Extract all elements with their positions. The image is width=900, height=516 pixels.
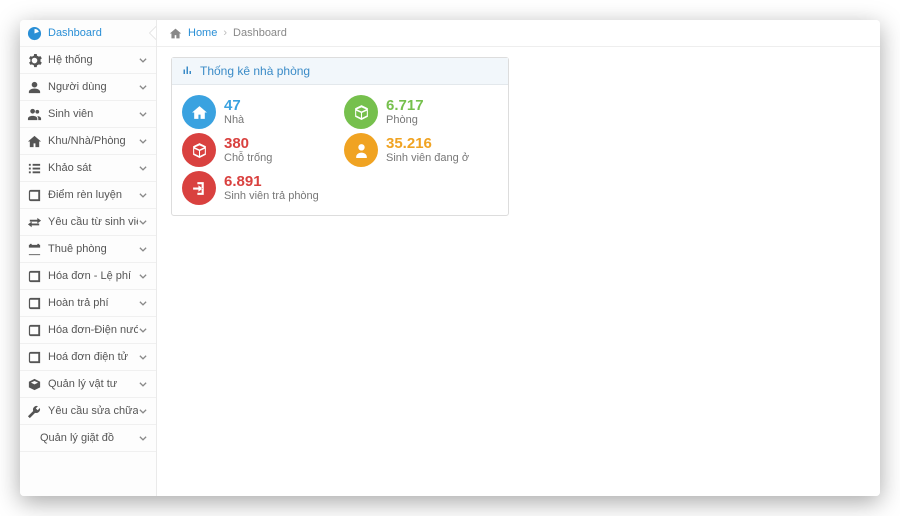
home-icon xyxy=(169,27,182,40)
stats-panel: Thống kê nhà phòng 47Nhà6.717Phòng380Chỗ… xyxy=(171,57,509,216)
sidebar-item-label: Người dùng xyxy=(48,81,138,93)
stat-card-1: 6.717Phòng xyxy=(344,95,498,129)
sidebar-item-15[interactable]: Quản lý giặt đồ xyxy=(20,425,156,452)
sidebar-item-1[interactable]: Hệ thống xyxy=(20,47,156,74)
stat-value: 47 xyxy=(224,97,244,114)
sidebar-item-12[interactable]: Hoá đơn điện tử xyxy=(20,344,156,371)
stat-card-3: 35.216Sinh viên đang ở xyxy=(344,133,498,167)
chevron-down-icon xyxy=(138,298,148,308)
breadcrumb: Home › Dashboard xyxy=(157,20,880,47)
sidebar-item-label: Dashboard xyxy=(48,27,148,39)
chevron-down-icon xyxy=(138,190,148,200)
book-icon xyxy=(27,323,42,338)
stat-card-4: 6.891Sinh viên trả phòng xyxy=(182,171,336,205)
transfer-icon xyxy=(27,215,42,230)
sidebar: Dashboard Hệ thống Người dùng Sinh viên Khu/… xyxy=(20,20,157,496)
breadcrumb-current: Dashboard xyxy=(233,27,287,39)
cube-icon xyxy=(182,133,216,167)
stat-value: 6.717 xyxy=(386,97,424,114)
stat-card-0: 47Nhà xyxy=(182,95,336,129)
panel-title: Thống kê nhà phòng xyxy=(200,64,310,78)
chevron-down-icon xyxy=(138,325,148,335)
sidebar-item-label: Điểm rèn luyện xyxy=(48,189,138,201)
sidebar-item-label: Hoá đơn điện tử xyxy=(48,351,138,363)
sidebar-item-8[interactable]: Thuê phòng xyxy=(20,236,156,263)
book-icon xyxy=(27,188,42,203)
stat-value: 380 xyxy=(224,135,272,152)
chevron-down-icon xyxy=(138,352,148,362)
chevron-down-icon xyxy=(138,109,148,119)
book-icon xyxy=(27,269,42,284)
chevron-down-icon xyxy=(138,217,148,227)
breadcrumb-separator: › xyxy=(223,27,227,39)
chevron-down-icon xyxy=(138,163,148,173)
sidebar-item-label: Hóa đơn - Lệ phí xyxy=(48,270,138,282)
book-icon xyxy=(27,296,42,311)
chevron-down-icon xyxy=(138,244,148,254)
list-icon xyxy=(27,161,42,176)
book-icon xyxy=(27,350,42,365)
sidebar-item-label: Yêu cầu sửa chữa xyxy=(48,405,138,417)
sidebar-item-14[interactable]: Yêu cầu sửa chữa xyxy=(20,398,156,425)
sidebar-item-label: Quản lý giặt đồ xyxy=(40,432,138,444)
sidebar-item-13[interactable]: Quản lý vật tư xyxy=(20,371,156,398)
chevron-down-icon xyxy=(138,379,148,389)
stats-grid: 47Nhà6.717Phòng380Chỗ trống35.216Sinh vi… xyxy=(172,85,508,215)
sidebar-item-label: Khảo sát xyxy=(48,162,138,174)
chevron-down-icon xyxy=(138,406,148,416)
sidebar-item-label: Thuê phòng xyxy=(48,243,138,255)
main-area: Home › Dashboard Thống kê nhà phòng 47Nh… xyxy=(157,20,880,496)
stat-label: Chỗ trống xyxy=(224,152,272,165)
sidebar-item-3[interactable]: Sinh viên xyxy=(20,101,156,128)
home-icon xyxy=(27,134,42,149)
cube-icon xyxy=(344,95,378,129)
stat-value: 35.216 xyxy=(386,135,469,152)
sidebar-item-label: Quản lý vật tư xyxy=(48,378,138,390)
chevron-down-icon xyxy=(138,55,148,65)
person-icon xyxy=(344,133,378,167)
dashboard-icon xyxy=(27,26,42,41)
sidebar-item-label: Khu/Nhà/Phòng xyxy=(48,135,138,147)
stat-label: Phòng xyxy=(386,114,424,127)
wrench-icon xyxy=(27,404,42,419)
sidebar-item-5[interactable]: Khảo sát xyxy=(20,155,156,182)
user-icon xyxy=(27,80,42,95)
stat-value: 6.891 xyxy=(224,173,319,190)
breadcrumb-home[interactable]: Home xyxy=(188,27,217,39)
box-icon xyxy=(27,377,42,392)
sidebar-item-11[interactable]: Hóa đơn-Điện nước xyxy=(20,317,156,344)
sidebar-item-2[interactable]: Người dùng xyxy=(20,74,156,101)
stat-label: Nhà xyxy=(224,114,244,127)
users-icon xyxy=(27,107,42,122)
gears-icon xyxy=(27,53,42,68)
home-icon xyxy=(182,95,216,129)
chevron-down-icon xyxy=(138,433,148,443)
sidebar-item-0[interactable]: Dashboard xyxy=(20,20,156,47)
sidebar-item-7[interactable]: Yêu cầu từ sinh viên xyxy=(20,209,156,236)
app-window: Dashboard Hệ thống Người dùng Sinh viên Khu/… xyxy=(20,20,880,496)
stat-label: Sinh viên đang ở xyxy=(386,152,469,165)
sidebar-item-9[interactable]: Hóa đơn - Lệ phí xyxy=(20,263,156,290)
sidebar-item-label: Hoàn trả phí xyxy=(48,297,138,309)
chevron-down-icon xyxy=(138,136,148,146)
panel-header: Thống kê nhà phòng xyxy=(172,58,508,85)
sidebar-item-label: Hệ thống xyxy=(48,54,138,66)
chevron-down-icon xyxy=(138,82,148,92)
chart-bars-icon xyxy=(182,65,194,77)
sidebar-item-6[interactable]: Điểm rèn luyện xyxy=(20,182,156,209)
calendar-icon xyxy=(27,242,42,257)
content: Thống kê nhà phòng 47Nhà6.717Phòng380Chỗ… xyxy=(157,47,880,226)
sidebar-item-4[interactable]: Khu/Nhà/Phòng xyxy=(20,128,156,155)
sidebar-item-10[interactable]: Hoàn trả phí xyxy=(20,290,156,317)
chevron-down-icon xyxy=(138,271,148,281)
sidebar-item-label: Yêu cầu từ sinh viên xyxy=(48,216,138,228)
sidebar-item-label: Hóa đơn-Điện nước xyxy=(48,324,138,336)
exit-icon xyxy=(182,171,216,205)
stat-label: Sinh viên trả phòng xyxy=(224,190,319,203)
sidebar-item-label: Sinh viên xyxy=(48,108,138,120)
stat-card-2: 380Chỗ trống xyxy=(182,133,336,167)
